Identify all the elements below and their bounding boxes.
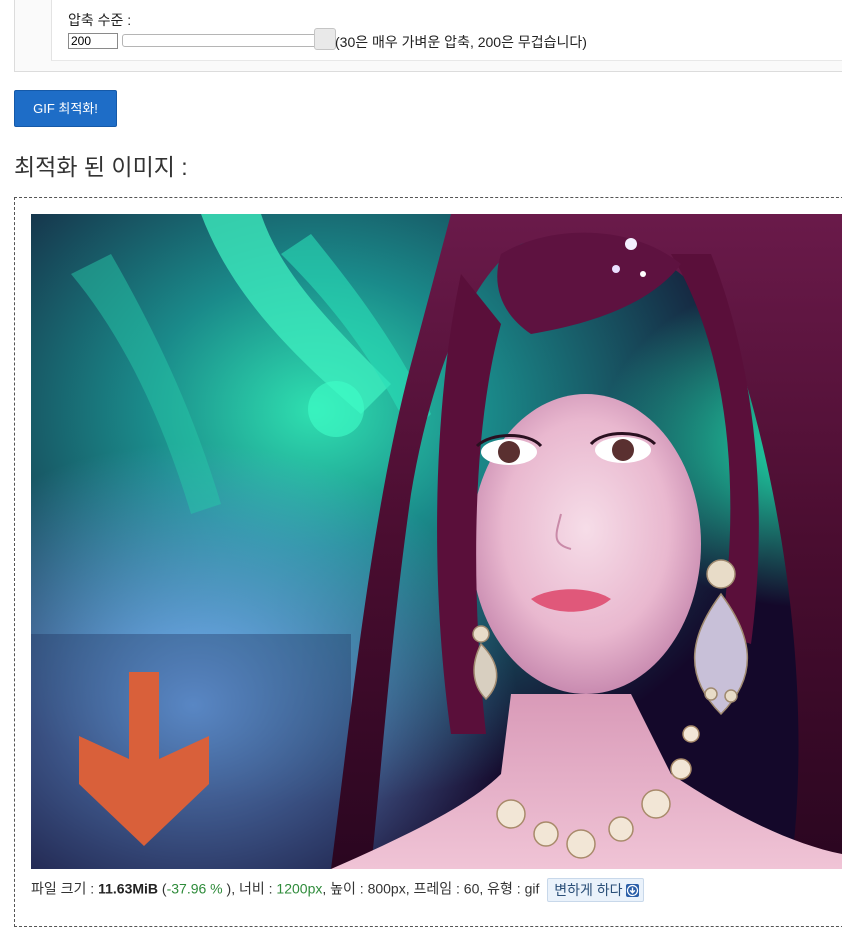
width-label: 너비 : [238,880,273,897]
optimized-image [31,214,842,869]
file-info: 파일 크기 : 11.63MiB (-37.96 % ), 너비 : 1200p… [31,878,644,902]
width-value: 1200px [276,880,323,897]
compression-level-label: 압축 수준 : [68,12,132,28]
optimize-gif-button[interactable]: GIF 최적화! [14,90,117,127]
height-frames-type: , 높이 : 800px, 프레임 : 60, 유형 : gif [322,880,540,897]
size-change-value: -37.96 % [166,880,223,897]
compression-hint: (30은 매우 가벼운 압축, 200은 무겁습니다) [335,34,587,50]
download-button[interactable]: 변하게 하다 [547,878,644,902]
file-size-label: 파일 크기 : [31,880,95,897]
compression-slider-thumb[interactable] [314,28,336,50]
compression-level-input[interactable] [68,33,118,49]
compression-slider-track[interactable] [122,34,324,47]
download-icon [625,883,639,897]
size-change-close: ), [226,880,236,897]
download-label: 변하게 하다 [554,882,623,898]
result-title: 최적화 된 이미지 : [14,154,188,180]
file-size-value: 11.63MiB [98,880,159,897]
